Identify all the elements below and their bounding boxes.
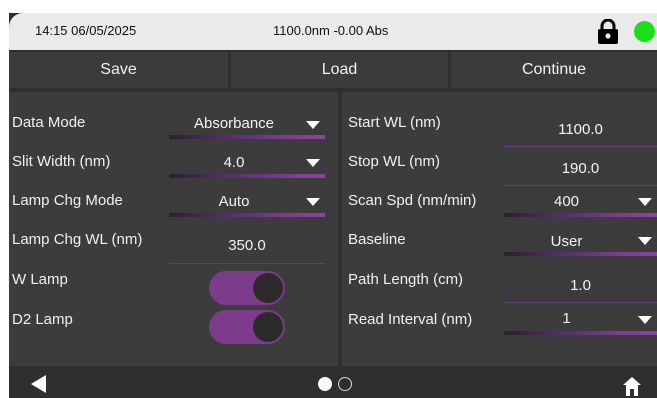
chevron-down-icon [306,121,320,129]
baseline-label: Baseline [348,231,406,248]
chevron-down-icon [638,198,652,206]
toggle-knob [253,273,283,303]
save-button[interactable]: Save [9,52,228,88]
chevron-down-icon [306,159,320,167]
status-indicator [634,21,655,42]
data-mode-label: Data Mode [12,114,86,131]
read-interval-label: Read Interval (nm) [348,311,473,328]
toggle-knob [253,312,283,342]
baseline-value: User [550,233,583,250]
start-wl-value: 1100.0 [558,121,603,138]
start-wl-label: Start WL (nm) [348,114,441,131]
w-lamp-label: W Lamp [12,271,68,288]
scan-spd-label: Scan Spd (nm/min) [348,192,477,209]
status-reading: 1100.0nm -0.00 Abs [273,23,389,38]
input-underline [169,263,325,264]
chevron-down-icon [638,316,652,324]
dropdown-underline [169,213,325,217]
lock-icon[interactable] [597,19,619,45]
data-mode-value: Absorbance [193,115,275,132]
dropdown-underline [504,252,657,256]
d2-lamp-label: D2 Lamp [12,311,73,328]
page-indicator-1[interactable] [318,377,332,391]
input-underline [504,185,657,186]
toolbar: Save Load Continue [9,52,657,88]
dropdown-underline [169,135,325,139]
status-bar: 14:15 06/05/2025 1100.0nm -0.00 Abs [9,13,657,50]
d2-lamp-toggle[interactable] [209,310,285,344]
home-icon[interactable] [621,374,643,396]
dropdown-underline [504,213,657,217]
stop-wl-label: Stop WL (nm) [348,153,440,170]
left-settings-panel: Data Mode Absorbance Slit Width (nm) 4.0… [9,92,338,366]
chevron-down-icon [306,198,320,206]
lamp-chg-wl-label: Lamp Chg WL (nm) [12,231,143,248]
lamp-chg-mode-label: Lamp Chg Mode [12,192,123,209]
path-length-label: Path Length (cm) [348,271,464,288]
dropdown-underline [504,331,657,335]
path-length-value: 1.0 [570,277,591,294]
stop-wl-value: 190.0 [561,160,600,177]
page-indicator-2[interactable] [338,377,352,391]
read-interval-value: 1 [562,310,571,327]
slit-width-label: Slit Width (nm) [12,153,111,170]
right-settings-panel: Start WL (nm) 1100.0 Stop WL (nm) 190.0 … [342,92,657,366]
load-button[interactable]: Load [231,52,448,88]
lamp-chg-wl-value: 350.0 [228,237,266,254]
dropdown-underline [169,174,325,178]
instrument-screen: 14:15 06/05/2025 1100.0nm -0.00 Abs Save… [9,13,657,398]
continue-button[interactable]: Continue [451,52,657,88]
chevron-down-icon [638,237,652,245]
bottom-nav [9,370,657,398]
scan-spd-value: 400 [553,193,580,210]
status-time: 14:15 06/05/2025 [35,23,137,38]
back-arrow-icon[interactable] [31,375,46,393]
w-lamp-toggle[interactable] [209,271,285,305]
input-underline [504,146,657,147]
slit-width-value: 4.0 [223,154,245,171]
lamp-chg-mode-value: Auto [218,193,250,210]
input-underline [504,302,657,303]
